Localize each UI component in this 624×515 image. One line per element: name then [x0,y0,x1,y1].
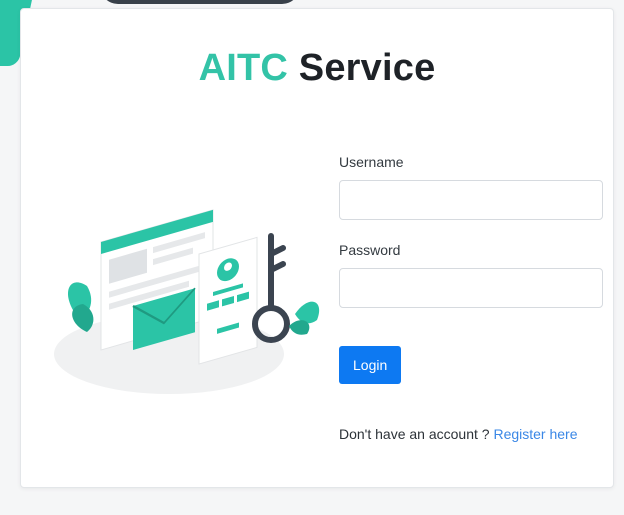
register-link[interactable]: Register here [493,426,577,442]
username-input[interactable] [339,180,603,220]
top-tab-shape [100,0,300,4]
profile-card-icon [198,236,258,365]
login-button[interactable]: Login [339,346,402,384]
password-group: Password [339,242,609,308]
login-form: Username Password Login Don't have an ac… [339,154,609,446]
login-card: AITC Service Username Password Login Don… [20,8,614,488]
service-title: Service [298,47,436,89]
password-input[interactable] [339,268,603,308]
signup-prompt: Don't have an account ? Register here [339,422,595,446]
username-label: Username [339,154,404,170]
key-icon [252,233,290,343]
password-label: Password [339,242,401,258]
right-leaf-icon [289,301,320,335]
login-key-illustration [54,209,320,394]
page-title: AITC Service [21,47,613,90]
brand-name: AITC [198,47,289,89]
username-group: Username [339,154,609,220]
signup-prompt-text: Don't have an account ? [339,426,494,442]
left-leaf-icon [67,282,94,332]
